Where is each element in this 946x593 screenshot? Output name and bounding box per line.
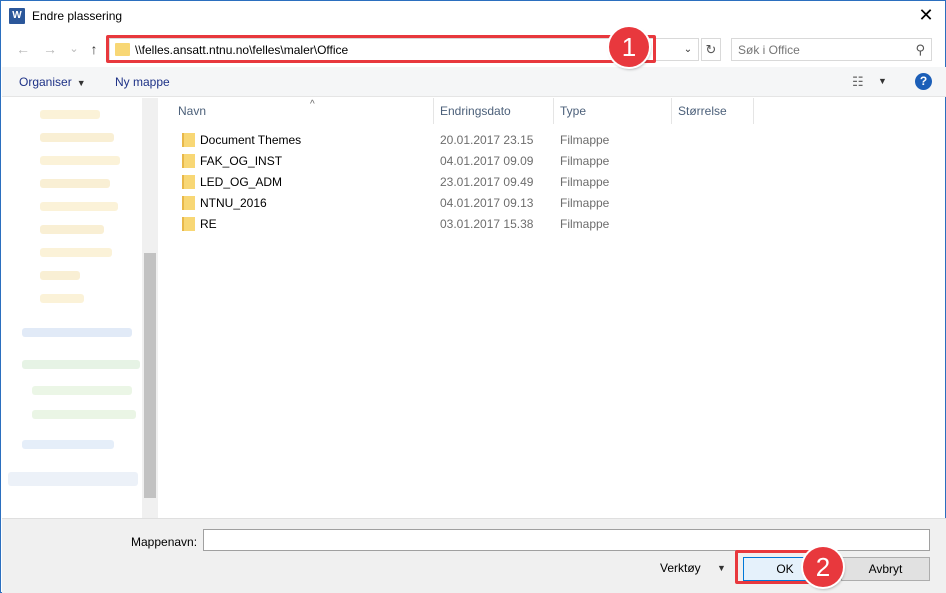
row-date: 23.01.2017 09.49: [440, 175, 534, 189]
row-name: LED_OG_ADM: [200, 175, 283, 189]
file-list: Navn ^ Endringsdato Type Størrelse Docum…: [158, 98, 945, 518]
folder-icon: [182, 217, 195, 231]
nav-pane-item[interactable]: [40, 133, 114, 142]
refresh-icon[interactable]: ↻: [701, 38, 721, 61]
chevron-down-icon[interactable]: ⌄: [680, 41, 696, 59]
step-badge-1: 1: [609, 27, 649, 67]
folder-name-label: Mappenavn:: [131, 535, 198, 549]
title-bar: W Endre plassering ✕: [1, 1, 945, 32]
table-row[interactable]: LED_OG_ADM 23.01.2017 09.49 Filmappe: [176, 171, 776, 192]
row-date: 04.01.2017 09.13: [440, 196, 534, 210]
highlight-box-address: [106, 35, 656, 63]
nav-pane-item[interactable]: [40, 248, 112, 257]
row-type: Filmappe: [560, 175, 610, 189]
nav-pane-item[interactable]: [40, 202, 118, 211]
row-name: FAK_OG_INST: [200, 154, 283, 168]
step-badge-2: 2: [803, 547, 843, 587]
nav-pane-item[interactable]: [40, 271, 80, 280]
table-row[interactable]: RE 03.01.2017 15.38 Filmappe: [176, 213, 776, 234]
forward-icon[interactable]: →: [41, 39, 59, 59]
row-date: 04.01.2017 09.09: [440, 154, 534, 168]
nav-pane-item[interactable]: [40, 225, 104, 234]
folder-icon: [182, 133, 195, 147]
recent-locations-icon[interactable]: ⌄: [65, 39, 83, 59]
caret-down-icon[interactable]: ▼: [717, 563, 726, 573]
help-icon[interactable]: ?: [915, 73, 932, 90]
row-date: 20.01.2017 23.15: [440, 133, 534, 147]
table-row[interactable]: FAK_OG_INST 04.01.2017 09.09 Filmappe: [176, 150, 776, 171]
table-row[interactable]: NTNU_2016 04.01.2017 09.13 Filmappe: [176, 192, 776, 213]
new-folder-button[interactable]: Ny mappe: [115, 75, 170, 89]
navigation-pane[interactable]: [2, 98, 158, 518]
caret-down-icon[interactable]: ▼: [878, 76, 887, 86]
up-folder-icon[interactable]: ↑: [85, 39, 103, 59]
row-name: NTNU_2016: [200, 196, 267, 210]
nav-pane-item[interactable]: [32, 386, 132, 395]
column-header-size[interactable]: Størrelse: [672, 98, 754, 124]
cancel-button[interactable]: Avbryt: [841, 557, 930, 581]
row-type: Filmappe: [560, 133, 610, 147]
search-input[interactable]: [732, 39, 912, 60]
nav-pane-item[interactable]: [22, 328, 132, 337]
organize-button[interactable]: Organiser ▼: [19, 75, 86, 89]
folder-icon: [182, 175, 195, 189]
nav-pane-item[interactable]: [40, 156, 120, 165]
row-type: Filmappe: [560, 196, 610, 210]
folder-icon: [182, 154, 195, 168]
search-box[interactable]: ⚲: [731, 38, 932, 61]
column-header-date[interactable]: Endringsdato: [434, 98, 554, 124]
nav-pane-item[interactable]: [40, 294, 84, 303]
organize-label: Organiser: [19, 75, 72, 89]
row-date: 03.01.2017 15.38: [440, 217, 534, 231]
column-name-label: Navn: [178, 104, 207, 118]
nav-pane-item[interactable]: [40, 110, 100, 119]
column-header-type[interactable]: Type: [554, 98, 672, 124]
dialog-window: W Endre plassering ✕ ← → ⌄ ↑ \\felles.an…: [0, 0, 946, 593]
nav-pane-item[interactable]: [40, 179, 110, 188]
row-name: RE: [200, 217, 217, 231]
folder-icon: [182, 196, 195, 210]
nav-pane-item[interactable]: [8, 472, 138, 486]
window-title: Endre plassering: [32, 9, 123, 23]
row-type: Filmappe: [560, 217, 610, 231]
row-name: Document Themes: [200, 133, 302, 147]
back-icon[interactable]: ←: [14, 39, 32, 59]
command-toolbar: Organiser ▼ Ny mappe ☷ ▼ ?: [2, 67, 946, 97]
nav-pane-item[interactable]: [32, 410, 136, 419]
scrollbar-thumb[interactable]: [144, 253, 156, 498]
column-header-name[interactable]: Navn ^: [172, 98, 434, 124]
caret-down-icon: ▼: [76, 78, 86, 88]
row-type: Filmappe: [560, 154, 610, 168]
word-icon: W: [9, 8, 25, 24]
tools-button[interactable]: Verktøy: [660, 561, 701, 575]
search-icon[interactable]: ⚲: [915, 42, 925, 58]
nav-pane-item[interactable]: [22, 360, 140, 369]
close-button[interactable]: ✕: [911, 3, 941, 29]
sort-ascending-icon: ^: [310, 99, 315, 110]
nav-pane-item[interactable]: [22, 440, 114, 449]
view-options-icon[interactable]: ☷: [852, 74, 864, 90]
table-row[interactable]: Document Themes 20.01.2017 23.15 Filmapp…: [176, 129, 776, 150]
